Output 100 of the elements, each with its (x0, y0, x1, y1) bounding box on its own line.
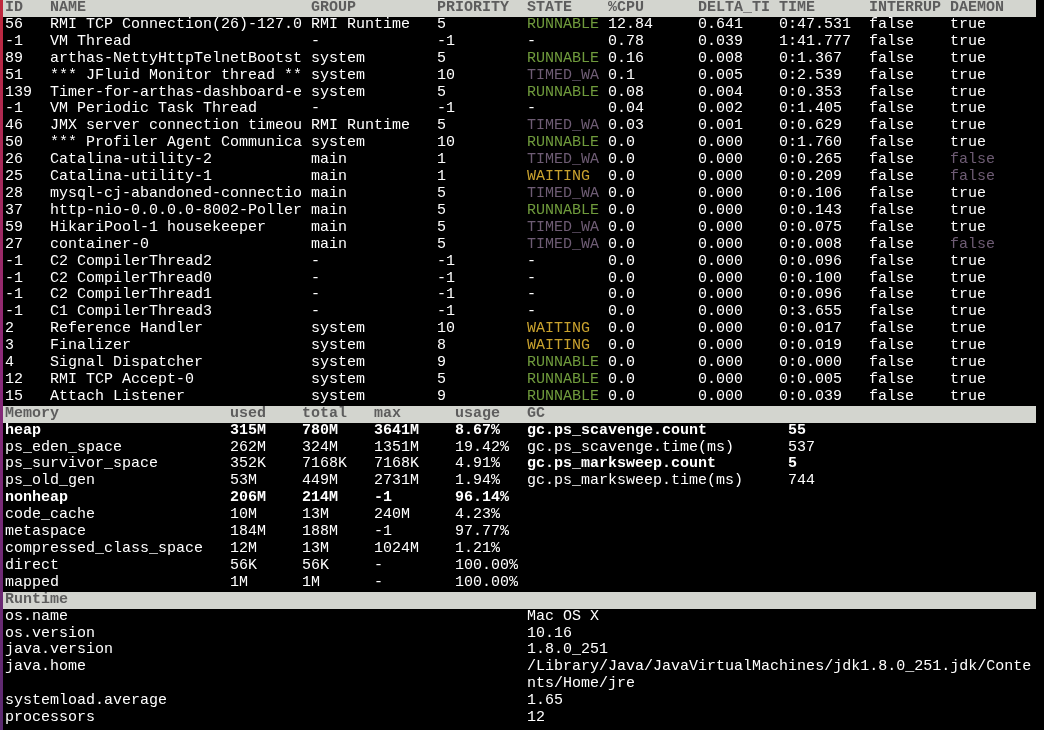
table-cell-text: 1.94% (455, 473, 502, 491)
table-cell-text: 51 (5, 67, 24, 85)
table-cell-text: TIMED_WA (527, 152, 601, 170)
table-cell-text: 7168K (302, 456, 349, 474)
table-cell-text: system (311, 84, 367, 102)
table-cell-text: Attach Listener (50, 388, 187, 406)
table-cell-text: gc.ps_scavenge.time(ms) (527, 439, 736, 456)
table-cell-text: 0:0.629 (779, 118, 844, 136)
table-cell-text: true (950, 371, 988, 389)
column-header: TIME (779, 0, 817, 17)
table-cell-text: 449M (302, 473, 340, 491)
table-cell-text: 315M (230, 422, 268, 440)
table-cell-text: false (869, 338, 916, 355)
table-cell-text: ps_old_gen (5, 473, 96, 490)
table-cell-text: 0.0 (608, 253, 637, 271)
table-cell-text: 0.000 (698, 202, 745, 220)
table-cell-text: true (950, 338, 988, 356)
table-cell-text: 9 (437, 355, 448, 372)
property-name: java.home (5, 659, 87, 678)
table-cell-text: 5 (437, 202, 448, 220)
table-cell-text: system (311, 67, 367, 85)
table-cell-text: 96.14% (455, 490, 511, 508)
table-cell-text: 0:0.100 (779, 270, 844, 288)
table-cell-text: 0.000 (698, 219, 745, 237)
table-cell-text: false (869, 169, 916, 186)
table-cell-text: 0.000 (698, 270, 745, 288)
property-name: systemload.average (5, 693, 169, 711)
table-cell-text: 26 (5, 152, 24, 170)
table-cell-text: 262M (230, 439, 268, 457)
table-cell-text: false (950, 236, 997, 254)
table-cell-text: 0:0.039 (779, 388, 844, 406)
table-cell-text: gc.ps_marksweep.count (527, 456, 718, 473)
table-cell-text: 7168K (374, 456, 421, 474)
table-cell-text: -1 (5, 270, 24, 288)
table-cell-text: Catalina-utility-1 (50, 169, 214, 186)
table-cell-text: true (950, 16, 988, 34)
table-cell-text: 214M (302, 490, 340, 508)
column-header: DAEMON (950, 0, 1006, 17)
table-cell-text: 139 (5, 84, 33, 102)
table-cell-text: 0.0 (608, 219, 637, 237)
table-cell-text: 89 (5, 50, 24, 68)
table-cell-text: false (950, 169, 997, 186)
table-cell-text: metaspace (5, 524, 87, 541)
table-cell-text: gc.ps_marksweep.time(ms) (527, 473, 745, 491)
table-cell-text: 0:0.005 (779, 371, 844, 389)
table-cell-text: WAITING (527, 169, 592, 186)
table-cell-text: 12M (230, 541, 259, 558)
table-cell-text: 1 (437, 169, 448, 186)
table-cell-text: VM Periodic Task Thread (50, 101, 259, 118)
table-cell-text: true (950, 185, 988, 203)
table-cell-text: true (950, 202, 988, 220)
table-cell-text: WAITING (527, 338, 592, 356)
table-cell-text: RMI TCP Connection(26)-127.0 (50, 16, 304, 34)
table-cell-text: TIMED_WA (527, 67, 601, 85)
table-cell-text: arthas-NettyHttpTelnetBootst (50, 50, 304, 68)
table-cell-text: 100.00% (455, 557, 520, 575)
table-cell-text: false (869, 371, 916, 389)
table-cell-text: 206M (230, 490, 268, 508)
table-cell-text: 1M (302, 574, 322, 592)
table-cell-text: 0.000 (698, 355, 745, 372)
table-cell-text: -1 (374, 524, 394, 541)
table-cell-text: *** JFluid Monitor thread ** (50, 67, 304, 85)
table-cell-text: 15 (5, 388, 24, 406)
table-cell-text: 0.08 (608, 84, 646, 102)
table-cell-text: 27 (5, 236, 24, 254)
table-cell-text: 0.78 (608, 33, 646, 51)
table-cell-text: 0.000 (698, 236, 745, 254)
table-cell-text: 5 (437, 236, 448, 254)
table-cell-text: 0.000 (698, 152, 745, 170)
table-cell-text: 3 (5, 338, 15, 356)
table-cell-text: true (950, 304, 988, 322)
table-cell-text: 780M (302, 422, 340, 440)
table-cell-text: 56K (230, 557, 259, 575)
table-cell-text: 0.0 (608, 202, 637, 220)
table-cell-text: 0:0.000 (779, 355, 844, 372)
table-cell-text: 0:3.655 (779, 304, 844, 322)
table-cell-text: 10 (437, 135, 457, 153)
table-cell-text: 5 (437, 84, 448, 102)
property-value: Mac OS X (527, 608, 601, 626)
table-cell-text: 0.000 (698, 253, 745, 271)
table-cell-text: RUNNABLE (527, 371, 601, 389)
table-cell-text: 0.004 (698, 84, 745, 102)
table-cell-text: gc.ps_scavenge.count (527, 422, 709, 440)
table-cell-text: heap (5, 422, 42, 440)
table-cell-text: false (869, 304, 916, 321)
table-cell-text: 1 (437, 152, 448, 170)
table-cell-text: 9 (437, 388, 448, 406)
table-cell-text: 0.000 (698, 169, 745, 186)
table-cell-text: 46 (5, 118, 24, 136)
table-cell-text: 0.0 (608, 236, 637, 254)
table-cell-text: - (527, 253, 538, 271)
table-cell-text: 2 (5, 321, 15, 339)
table-cell-text: 0:0.008 (779, 236, 844, 254)
table-cell-text: 0.0 (608, 135, 637, 153)
table-cell-text: - (311, 33, 322, 51)
table-cell-text: 5 (437, 118, 448, 136)
table-cell-text: true (950, 321, 988, 339)
table-cell-text: 0:0.209 (779, 169, 844, 186)
table-cell-text: 0.000 (698, 321, 745, 339)
table-cell-text: 184M (230, 524, 268, 541)
